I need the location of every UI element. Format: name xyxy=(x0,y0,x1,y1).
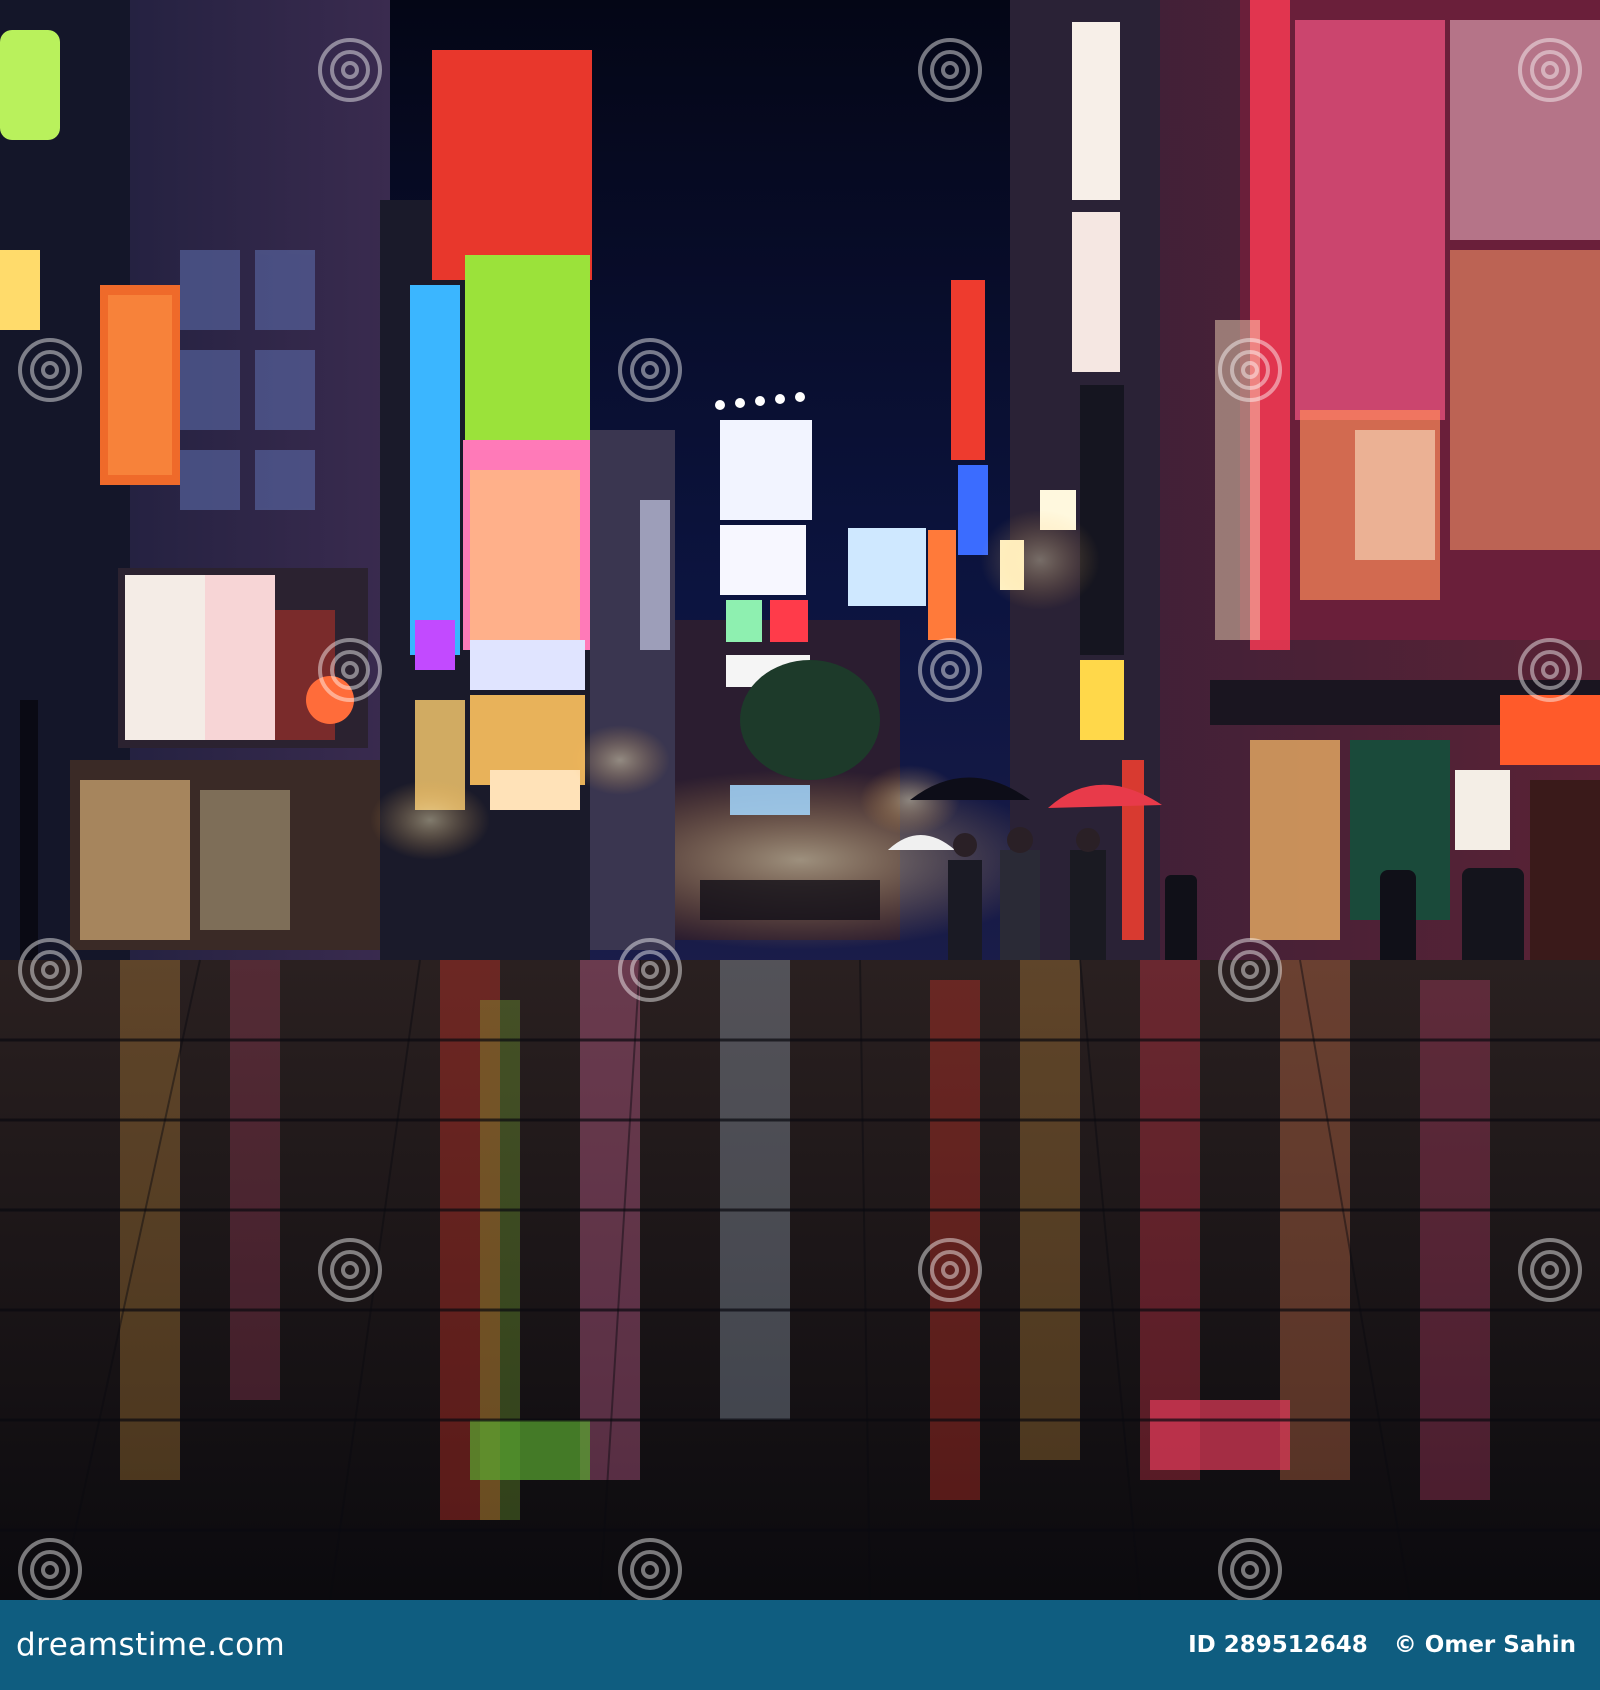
stock-credit-bar: dreamstime.com ID 289512648 © Omer Sahin xyxy=(0,1600,1600,1690)
wet-pavement xyxy=(0,959,1600,1600)
night-street-scene xyxy=(0,0,1600,1600)
site-name[interactable]: dreamstime.com xyxy=(16,1627,285,1663)
photo-author: © Omer Sahin xyxy=(1393,1632,1576,1658)
photo-id: ID 289512648 xyxy=(1188,1632,1368,1658)
photo-meta: ID 289512648 © Omer Sahin xyxy=(1188,1632,1576,1658)
left-buildings xyxy=(0,0,390,960)
stock-photo: dreamstime.com ID 289512648 © Omer Sahin xyxy=(0,0,1600,1690)
